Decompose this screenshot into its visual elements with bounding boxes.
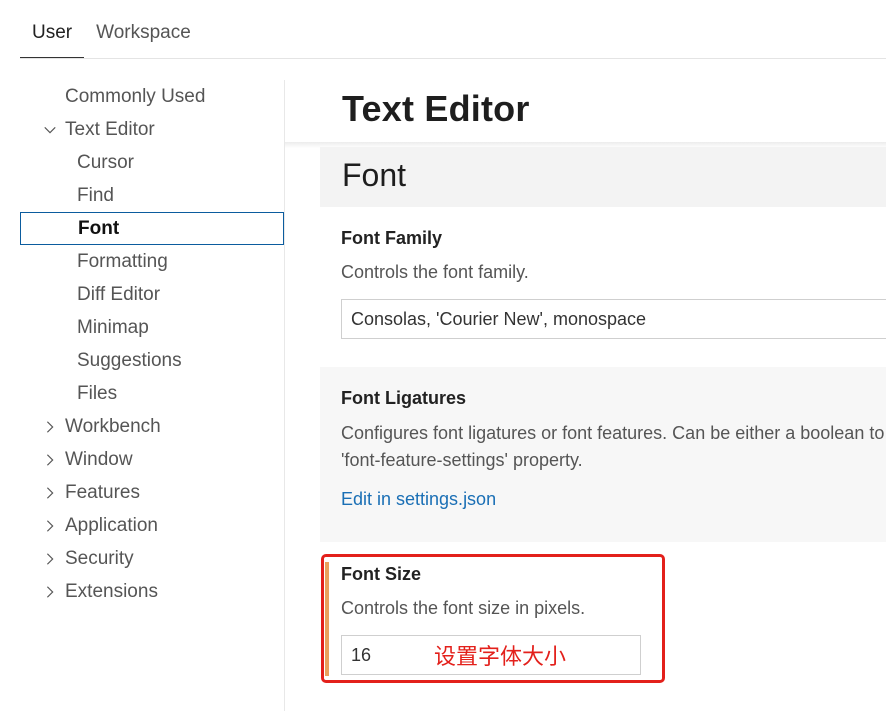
tree-item-workbench[interactable]: Workbench bbox=[20, 410, 284, 443]
chevron-right-icon[interactable] bbox=[40, 509, 60, 542]
tree-item-find[interactable]: Find bbox=[20, 179, 284, 212]
chevron-down-icon[interactable] bbox=[40, 113, 60, 146]
tree-item-extensions[interactable]: Extensions bbox=[20, 575, 284, 608]
tree-item-security[interactable]: Security bbox=[20, 542, 284, 575]
setting-font-family: Font Family Controls the font family. Co… bbox=[320, 207, 886, 366]
setting-title: Font Family bbox=[341, 228, 443, 248]
tree-item-diff-editor[interactable]: Diff Editor bbox=[20, 278, 284, 311]
setting-font-ligatures: Font Ligatures Configures font ligatures… bbox=[320, 367, 886, 542]
tree-item-cursor[interactable]: Cursor bbox=[20, 146, 284, 179]
setting-description: Controls the font size in pixels. bbox=[341, 598, 586, 618]
section-title: Font bbox=[342, 157, 407, 193]
tree-item-label: Security bbox=[65, 548, 134, 569]
tree-item-label: Suggestions bbox=[77, 350, 182, 371]
tree-item-text-editor[interactable]: Text Editor bbox=[20, 113, 284, 146]
settings-content: Text Editor Font Font Family Controls th… bbox=[285, 80, 886, 711]
settings-toc-tree: Commonly Used Text Editor Cursor Find Fo… bbox=[20, 80, 284, 608]
tree-item-label: Diff Editor bbox=[77, 284, 161, 305]
tree-item-suggestions[interactable]: Suggestions bbox=[20, 344, 284, 377]
tree-item-font[interactable]: Font bbox=[20, 212, 284, 245]
chevron-right-icon[interactable] bbox=[40, 410, 60, 443]
setting-description-line: Configures font ligatures or font featur… bbox=[341, 423, 886, 443]
tree-item-application[interactable]: Application bbox=[20, 509, 284, 542]
tree-item-features[interactable]: Features bbox=[20, 476, 284, 509]
settings-editor: User Workspace Commonly Used Text Editor… bbox=[0, 0, 886, 711]
tree-item-window[interactable]: Window bbox=[20, 443, 284, 476]
chevron-right-icon[interactable] bbox=[40, 542, 60, 575]
tree-item-commonly-used[interactable]: Commonly Used bbox=[20, 80, 284, 113]
chevron-right-icon[interactable] bbox=[40, 443, 60, 476]
tree-item-label: Commonly Used bbox=[65, 86, 206, 107]
tree-item-label: Minimap bbox=[77, 317, 149, 338]
font-family-input[interactable]: Consolas, 'Courier New', monospace bbox=[341, 299, 886, 339]
tree-item-label: Files bbox=[77, 383, 118, 404]
chevron-right-icon[interactable] bbox=[40, 476, 60, 509]
tree-item-formatting[interactable]: Formatting bbox=[20, 245, 284, 278]
tree-item-label: Features bbox=[65, 482, 140, 503]
section-header: Font bbox=[320, 147, 886, 207]
scope-tabs: User Workspace bbox=[20, 12, 203, 59]
tree-item-label: Text Editor bbox=[65, 119, 155, 140]
tree-item-label: Cursor bbox=[77, 152, 135, 173]
tree-item-files[interactable]: Files bbox=[20, 377, 284, 410]
tree-item-minimap[interactable]: Minimap bbox=[20, 311, 284, 344]
tree-item-label: Font bbox=[78, 218, 120, 239]
setting-title: Font Ligatures bbox=[341, 388, 466, 408]
modified-indicator bbox=[325, 562, 329, 676]
tree-item-label: Application bbox=[65, 515, 158, 536]
page-title: Text Editor bbox=[342, 88, 530, 129]
setting-font-size: Font Size Controls the font size in pixe… bbox=[320, 552, 886, 711]
tabs-divider bbox=[20, 58, 886, 59]
chevron-right-icon[interactable] bbox=[40, 575, 60, 608]
setting-description: Configures font ligatures or font featur… bbox=[341, 420, 886, 474]
tree-item-label: Find bbox=[77, 185, 114, 206]
edit-in-settings-json-link[interactable]: Edit in settings.json bbox=[341, 489, 496, 510]
setting-title: Font Size bbox=[341, 564, 421, 584]
tab-workspace[interactable]: Workspace bbox=[84, 12, 203, 58]
annotation-text: 设置字体大小 bbox=[434, 645, 567, 670]
setting-description-line: 'font-feature-settings' property. bbox=[341, 450, 583, 470]
tab-user[interactable]: User bbox=[20, 12, 85, 58]
tree-item-label: Workbench bbox=[65, 416, 161, 437]
tree-item-label: Extensions bbox=[65, 581, 158, 602]
setting-description: Controls the font family. bbox=[341, 262, 529, 282]
tree-item-label: Window bbox=[65, 449, 133, 470]
tree-item-label: Formatting bbox=[77, 251, 168, 272]
